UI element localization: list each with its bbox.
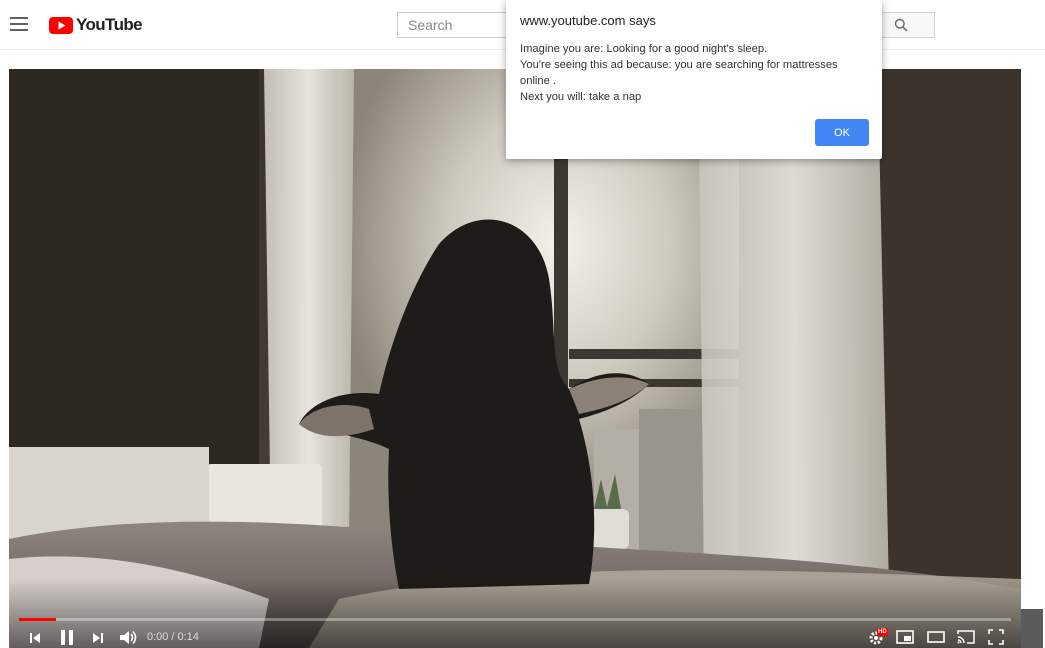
ok-button[interactable]: OK — [815, 119, 869, 146]
alert-dialog: www.youtube.com says Imagine you are: Lo… — [506, 0, 882, 159]
skip-previous-icon[interactable] — [28, 631, 42, 645]
current-time: 0:00 — [147, 631, 169, 643]
dialog-message-line: Imagine you are: Looking for a good nigh… — [520, 43, 768, 55]
time-display: 0:00/0:14 — [147, 631, 199, 643]
youtube-logo[interactable]: YouTube — [49, 15, 143, 34]
dialog-title: www.youtube.com says — [520, 13, 656, 28]
miniplayer-icon[interactable] — [896, 630, 914, 644]
hamburger-menu-icon[interactable] — [10, 17, 28, 31]
time-separator: / — [171, 631, 175, 643]
logo-text: YouTube — [76, 15, 143, 34]
duration: 0:14 — [177, 631, 199, 643]
magnifier-icon — [894, 18, 908, 32]
settings-button[interactable]: HD — [867, 627, 889, 647]
progress-played — [19, 618, 56, 621]
player-edge — [1021, 609, 1043, 648]
volume-icon[interactable] — [118, 629, 138, 646]
dialog-message: Imagine you are: Looking for a good nigh… — [520, 41, 870, 105]
youtube-play-icon — [49, 16, 73, 34]
dialog-message-line: You're seeing this ad because: you are s… — [520, 59, 838, 87]
cast-icon[interactable] — [956, 629, 976, 645]
hd-badge: HD — [877, 628, 888, 636]
pause-icon[interactable] — [58, 629, 76, 646]
theater-mode-icon[interactable] — [927, 631, 945, 643]
fullscreen-icon[interactable] — [988, 629, 1004, 645]
skip-next-icon[interactable] — [91, 631, 105, 645]
progress-bar[interactable] — [19, 618, 1011, 621]
dialog-message-line: Next you will: take a nap — [520, 91, 642, 103]
